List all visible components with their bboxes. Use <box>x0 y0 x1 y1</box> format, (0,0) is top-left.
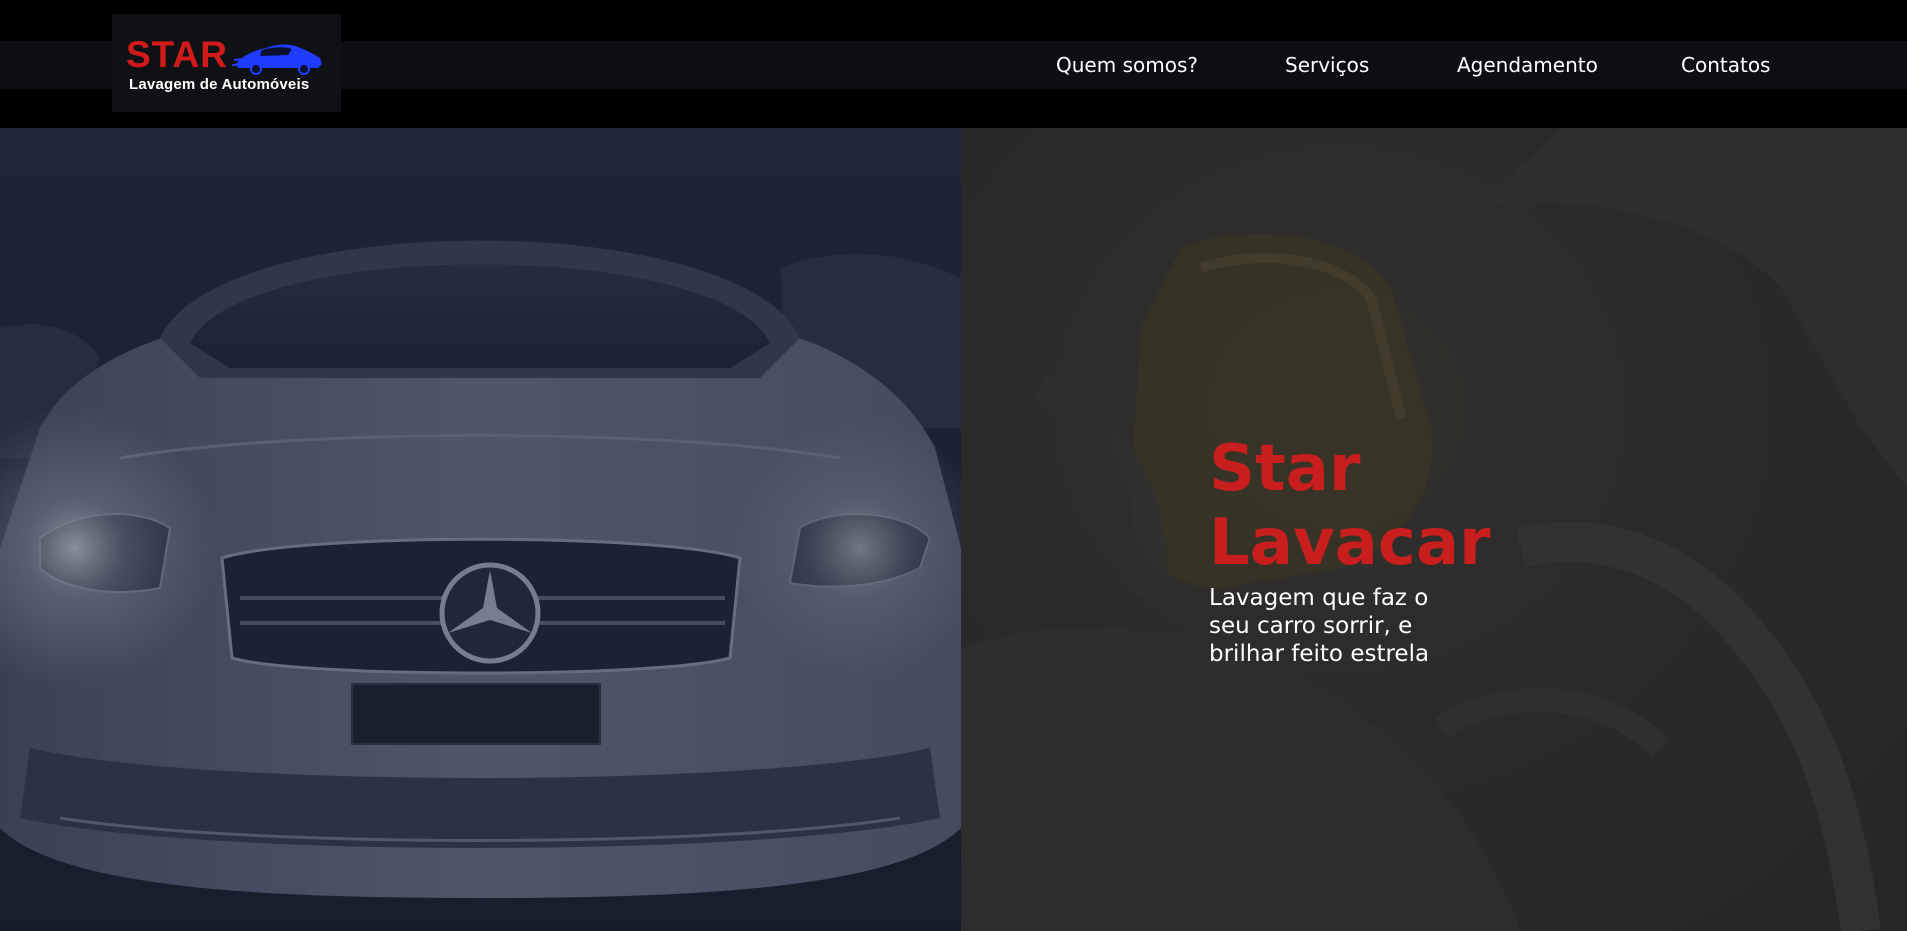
nav-item-contatos[interactable]: Contatos <box>1681 41 1770 89</box>
nav-item-agendamento[interactable]: Agendamento <box>1457 41 1598 89</box>
page: STAR Lavagem de Automóveis Quem somos? S… <box>0 0 1907 931</box>
site-header: STAR Lavagem de Automóveis Quem somos? S… <box>0 0 1907 128</box>
hero-subtitle: Lavagem que faz o seu carro sorrir, e br… <box>1209 585 1430 667</box>
car-illustration <box>0 128 961 931</box>
hero-title: Star Lavacar <box>1209 432 1491 580</box>
main-nav: Quem somos? Serviços Agendamento Contato… <box>0 41 1907 89</box>
car-front-image <box>0 128 961 931</box>
nav-item-quem-somos[interactable]: Quem somos? <box>1056 41 1198 89</box>
nav-item-servicos[interactable]: Serviços <box>1285 41 1369 89</box>
hero-title-line1: Star <box>1209 432 1361 506</box>
hero-title-line2: Lavacar <box>1209 506 1491 580</box>
